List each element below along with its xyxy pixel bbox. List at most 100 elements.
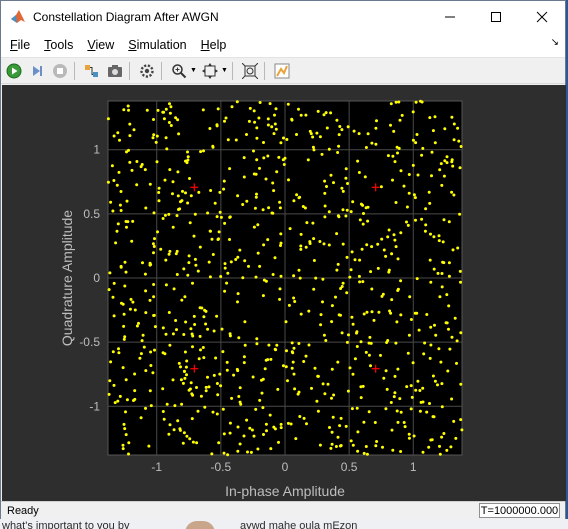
received-point [242, 434, 246, 438]
zoom-dropdown-arrow-icon[interactable]: ▼ [190, 67, 197, 74]
received-point [420, 217, 424, 221]
settings-button[interactable] [137, 61, 157, 81]
received-point [388, 309, 392, 313]
received-point [445, 448, 449, 452]
received-point [130, 168, 134, 172]
received-point [447, 304, 451, 308]
received-point [161, 217, 165, 220]
received-point [351, 372, 355, 376]
received-point [172, 428, 176, 432]
received-point [152, 245, 156, 248]
received-point [393, 374, 397, 378]
run-button[interactable] [4, 61, 24, 81]
received-point [447, 220, 451, 224]
received-point [226, 453, 230, 457]
received-point [398, 397, 402, 401]
received-point [124, 270, 128, 274]
received-point [384, 407, 388, 411]
maximize-button[interactable] [473, 1, 519, 32]
received-point [344, 167, 348, 171]
received-point [106, 180, 110, 184]
stop-button[interactable] [50, 61, 70, 81]
received-point [262, 141, 265, 144]
received-point [168, 249, 172, 253]
received-point [428, 201, 432, 205]
toolbar-separator [129, 61, 130, 80]
menu-help[interactable]: Help [201, 38, 227, 52]
received-point [236, 292, 240, 296]
received-point [392, 233, 396, 237]
received-point [405, 385, 409, 389]
received-point [184, 191, 187, 195]
received-point [366, 205, 370, 209]
received-point [122, 312, 126, 316]
y-tick-label: -1 [89, 399, 100, 413]
received-point [185, 373, 188, 377]
received-point [120, 301, 123, 305]
minimize-button[interactable] [427, 1, 473, 32]
received-point [133, 308, 137, 312]
received-point [258, 101, 262, 104]
received-point [261, 406, 265, 410]
received-point [425, 313, 429, 316]
received-point [312, 259, 316, 262]
menu-tools[interactable]: Tools [44, 38, 73, 52]
received-point [172, 287, 176, 291]
received-point [330, 320, 334, 324]
received-point [437, 239, 441, 243]
signal-selector-button[interactable] [82, 61, 102, 81]
received-point [358, 280, 362, 284]
received-point [332, 393, 336, 397]
received-point [116, 131, 120, 135]
constellation-plot[interactable]: -1 -0.5 0 0.5 1 1 0.5 0 -0.5 -1 In-phase Amplitude… [2, 85, 566, 501]
received-point [318, 135, 322, 139]
received-point [234, 258, 238, 261]
received-point [315, 399, 319, 403]
received-point [304, 354, 308, 358]
received-point [222, 179, 226, 183]
received-point [128, 160, 132, 164]
received-point [337, 215, 341, 219]
received-point [188, 437, 192, 441]
autoscale-dropdown-arrow-icon[interactable]: ▼ [221, 67, 228, 74]
zoom-in-button[interactable] [169, 61, 189, 81]
received-point [316, 374, 320, 378]
close-button[interactable] [519, 1, 565, 32]
received-point [228, 167, 232, 171]
received-point [414, 218, 417, 222]
received-point [161, 326, 165, 330]
received-point [392, 395, 396, 399]
received-point [218, 210, 222, 214]
fit-button[interactable] [240, 61, 260, 81]
style-button[interactable] [272, 61, 292, 81]
menu-file[interactable]: File [10, 38, 30, 52]
menu-simulation[interactable]: Simulation [128, 38, 186, 52]
title-bar[interactable]: Constellation Diagram After AWGN [1, 1, 565, 32]
received-point [185, 434, 189, 438]
received-point [389, 123, 392, 127]
received-point [118, 203, 122, 207]
received-point [115, 229, 119, 233]
received-point [449, 445, 453, 449]
received-point [393, 238, 397, 242]
received-point [202, 315, 206, 319]
received-point [225, 281, 229, 285]
received-point [350, 250, 354, 254]
received-point [256, 251, 260, 255]
autoscale-button[interactable] [200, 61, 220, 81]
received-point [407, 191, 411, 195]
received-point [206, 327, 210, 331]
received-point [279, 141, 283, 145]
received-point [183, 369, 186, 373]
received-point [145, 108, 149, 112]
menu-view[interactable]: View [87, 38, 114, 52]
received-point [416, 379, 420, 383]
step-forward-button[interactable] [27, 61, 47, 81]
received-point [327, 243, 331, 247]
received-point [309, 132, 313, 136]
snapshot-button[interactable] [105, 61, 125, 81]
received-point [292, 372, 296, 376]
dock-arrow-icon[interactable]: ↘ [551, 37, 559, 48]
received-point [206, 211, 210, 215]
received-point [140, 339, 144, 343]
